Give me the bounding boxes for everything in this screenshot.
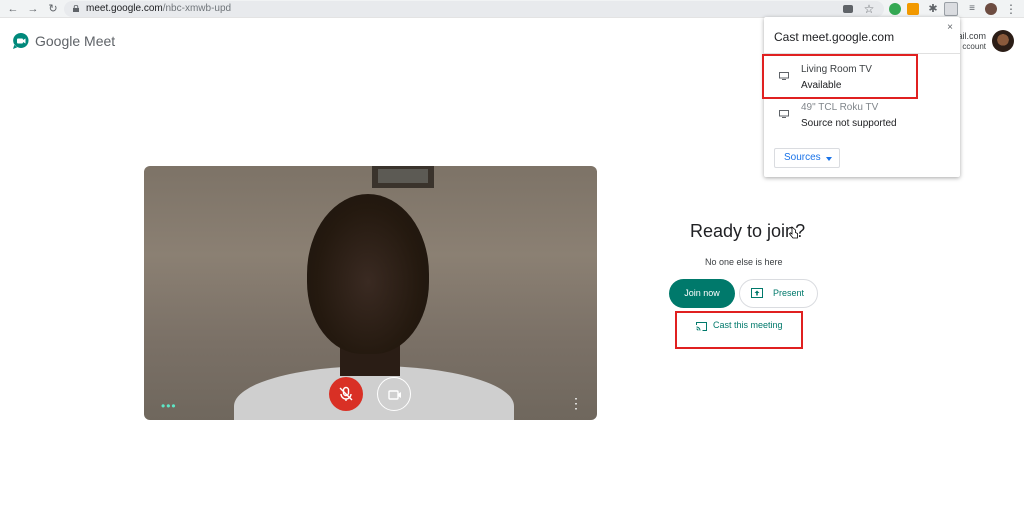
join-now-button[interactable]: Join now bbox=[669, 279, 735, 308]
url-text: meet.google.com/nbc-xmwb-upd bbox=[86, 3, 232, 14]
reload-icon[interactable]: ↻ bbox=[46, 2, 60, 16]
present-screen-icon bbox=[751, 288, 763, 298]
ready-heading: Ready to join? bbox=[690, 221, 806, 241]
camera-icon[interactable] bbox=[843, 5, 853, 13]
tv-icon bbox=[779, 110, 789, 118]
mic-off-icon bbox=[339, 386, 353, 401]
app-title: Google Meet bbox=[35, 33, 116, 49]
self-video-preview: ••• ⋮ bbox=[144, 166, 597, 420]
extensions-puzzle-icon[interactable]: ✱ bbox=[926, 2, 940, 16]
browser-menu-icon[interactable]: ⋮ bbox=[1004, 2, 1018, 16]
google-meet-logo-icon bbox=[13, 32, 29, 49]
sources-label: Sources bbox=[784, 152, 821, 163]
cast-meeting-highlight bbox=[675, 311, 803, 349]
account-email: ail.com bbox=[957, 31, 986, 41]
person-head bbox=[307, 194, 429, 354]
address-bar[interactable]: meet.google.com/nbc-xmwb-upd bbox=[64, 1, 884, 17]
present-button[interactable]: Present bbox=[739, 279, 818, 308]
sink-status: Source not supported bbox=[801, 118, 897, 129]
media-queue-icon[interactable]: ≡ bbox=[965, 2, 979, 16]
more-options-icon[interactable]: ⋮ bbox=[569, 396, 583, 410]
forward-icon[interactable]: → bbox=[26, 2, 40, 16]
extension-green-icon[interactable] bbox=[889, 3, 901, 15]
cast-dialog-title: Cast meet.google.com bbox=[774, 30, 895, 44]
lock-icon bbox=[73, 5, 79, 12]
bookmark-star-icon[interactable]: ☆ bbox=[862, 2, 876, 16]
sources-dropdown[interactable]: Sources bbox=[774, 148, 840, 168]
browser-toolbar: ← → ↻ meet.google.com/nbc-xmwb-upd ☆ ✱ ≡… bbox=[0, 0, 1024, 18]
chevron-down-icon bbox=[826, 157, 832, 161]
profile-avatar-small[interactable] bbox=[985, 3, 997, 15]
cast-toolbar-icon[interactable] bbox=[944, 2, 958, 16]
wall-picture bbox=[372, 166, 434, 188]
account-avatar[interactable] bbox=[992, 30, 1014, 52]
present-label: Present bbox=[773, 288, 805, 298]
video-camera-icon bbox=[388, 390, 401, 400]
account-switch[interactable]: ccount bbox=[962, 42, 986, 51]
mic-toggle-button[interactable] bbox=[329, 377, 363, 411]
back-icon[interactable]: ← bbox=[6, 2, 20, 16]
living-room-highlight bbox=[762, 54, 918, 99]
participants-status: No one else is here bbox=[705, 257, 783, 267]
sink-name: 49" TCL Roku TV bbox=[801, 102, 879, 113]
extension-orange-icon[interactable] bbox=[907, 3, 919, 15]
close-icon[interactable]: × bbox=[947, 22, 953, 33]
audio-level-icon: ••• bbox=[161, 399, 177, 413]
mouse-pointer-icon bbox=[789, 226, 798, 239]
camera-toggle-button[interactable] bbox=[377, 377, 411, 411]
